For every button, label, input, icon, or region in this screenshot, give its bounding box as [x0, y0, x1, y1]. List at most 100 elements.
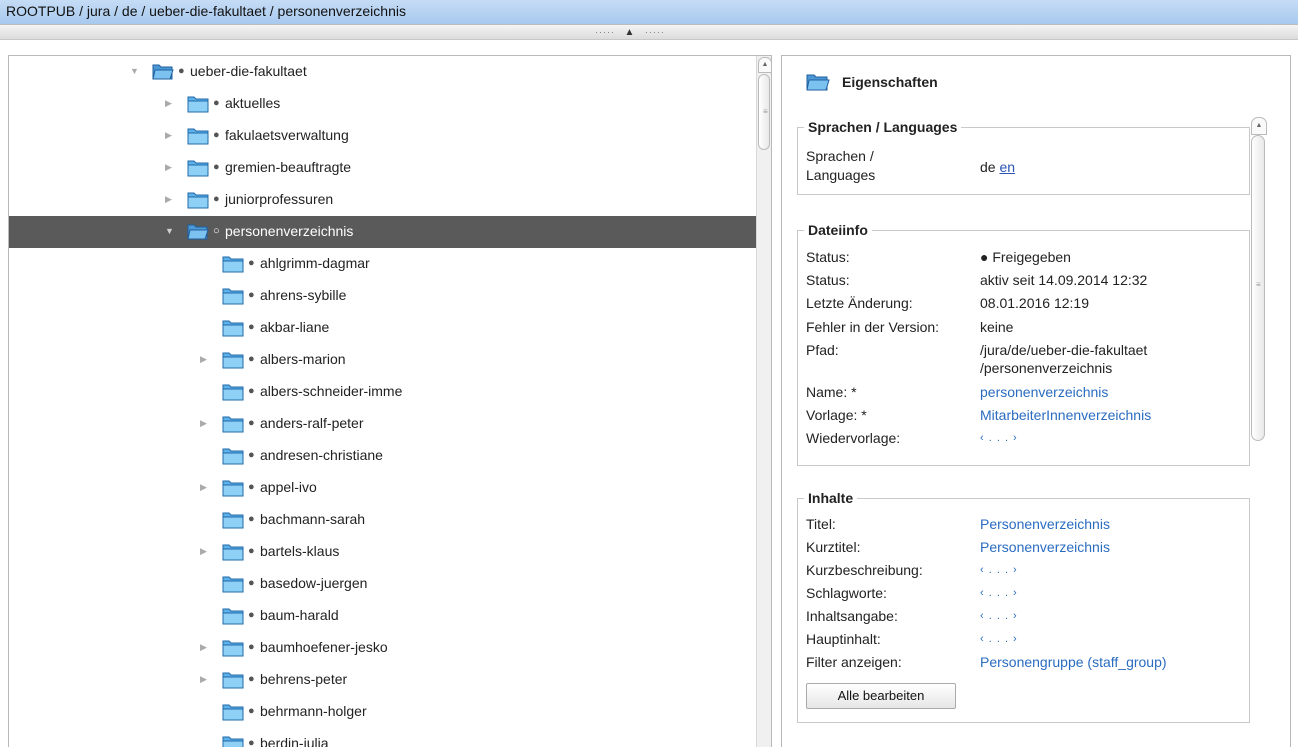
tree-scrollbar[interactable]: ▲ ≡ [756, 56, 771, 747]
expand-arrow-icon[interactable]: ▶ [200, 482, 210, 492]
tree-item[interactable]: ▶ ● behrens-peter [9, 664, 757, 696]
scroll-up-icon[interactable]: ▲ [1251, 117, 1267, 135]
tree-item[interactable]: ● albers-schneider-imme [9, 376, 757, 408]
inhalte-value[interactable]: ‹ . . . › [980, 587, 1018, 599]
tree-item-label[interactable]: ahlgrimm-dagmar [260, 255, 370, 271]
tree-item-label[interactable]: albers-schneider-imme [260, 383, 402, 399]
tree-item-label[interactable]: fakulaetsverwaltung [225, 127, 349, 143]
tree-item[interactable]: ▶ ● aktuelles [9, 88, 757, 120]
tree-item[interactable]: ▶ ● baumhoefener-jesko [9, 632, 757, 664]
panel-splitter[interactable]: ····· ▲ ····· [0, 24, 1298, 40]
tree-item[interactable]: ▶ ● bartels-klaus [9, 536, 757, 568]
last-changed-label: Letzte Änderung: [806, 295, 913, 311]
tree-item-label[interactable]: juniorprofessuren [225, 191, 333, 207]
inhalte-value[interactable]: Personenverzeichnis [980, 539, 1110, 555]
dateiinfo-section: Dateiinfo Status: ● Freigegeben Status: … [797, 222, 1250, 466]
last-changed-value: 08.01.2016 12:19 [980, 295, 1089, 311]
tree-item[interactable]: ● ahrens-sybille [9, 280, 757, 312]
properties-scroll-thumb[interactable]: ≡ [1251, 135, 1265, 441]
tree-item[interactable]: ● ahlgrimm-dagmar [9, 248, 757, 280]
tree-item[interactable]: ▶ ● appel-ivo [9, 472, 757, 504]
tree-item-label[interactable]: bachmann-sarah [260, 511, 365, 527]
tree-item[interactable]: ▶ ● fakulaetsverwaltung [9, 120, 757, 152]
expand-arrow-icon[interactable]: ▶ [165, 194, 175, 204]
expand-arrow-icon[interactable]: ▶ [200, 642, 210, 652]
languages-legend: Sprachen / Languages [804, 119, 962, 135]
scroll-up-icon[interactable]: ▲ [758, 57, 771, 73]
status-dot-icon: ● [248, 449, 255, 461]
inhalte-value[interactable]: ‹ . . . › [980, 610, 1018, 622]
tree-item[interactable]: ● akbar-liane [9, 312, 757, 344]
folder-open-icon [187, 223, 209, 241]
tree-item[interactable]: ● basedow-juergen [9, 568, 757, 600]
errors-value: keine [980, 319, 1014, 335]
tree-item-label[interactable]: appel-ivo [260, 479, 317, 495]
tree-item[interactable]: ▶ ● albers-marion [9, 344, 757, 376]
tree-scroll-thumb[interactable]: ≡ [758, 74, 770, 150]
tree-item-label[interactable]: baumhoefener-jesko [260, 639, 388, 655]
tree-item-label[interactable]: behrens-peter [260, 671, 347, 687]
expand-arrow-icon[interactable]: ▶ [200, 546, 210, 556]
tree-item-label[interactable]: gremien-beauftragte [225, 159, 351, 175]
inhalte-label: Hauptinhalt: [806, 631, 881, 647]
tree-item-label[interactable]: bartels-klaus [260, 543, 339, 559]
tree-item-label[interactable]: basedow-juergen [260, 575, 367, 591]
tree-item-label[interactable]: ahrens-sybille [260, 287, 346, 303]
status-value: ● Freigegeben [980, 249, 1071, 265]
tree-item-label[interactable]: behrmann-holger [260, 703, 367, 719]
tree-item-label[interactable]: albers-marion [260, 351, 346, 367]
folder-icon [222, 383, 244, 401]
folder-icon [222, 543, 244, 561]
languages-section: Sprachen / Languages Sprachen / Language… [797, 119, 1250, 195]
inhalte-value[interactable]: Personenverzeichnis [980, 516, 1110, 532]
collapse-arrow-icon[interactable]: ▼ [165, 226, 175, 236]
name-value[interactable]: personenverzeichnis [980, 384, 1108, 400]
tree-item[interactable]: ▶ ● gremien-beauftragte [9, 152, 757, 184]
expand-arrow-icon[interactable]: ▶ [200, 354, 210, 364]
tree-item-label[interactable]: andresen-christiane [260, 447, 383, 463]
path-value-2: /personenverzeichnis [980, 360, 1113, 376]
expand-arrow-icon[interactable]: ▶ [165, 98, 175, 108]
inhalte-value[interactable]: ‹ . . . › [980, 633, 1018, 645]
tree-item[interactable]: ● bachmann-sarah [9, 504, 757, 536]
tree-item-label[interactable]: baum-harald [260, 607, 339, 623]
splitter-grip[interactable]: ····· ▲ ····· [595, 27, 665, 38]
tree-item-label[interactable]: personenverzeichnis [225, 223, 353, 239]
tree-item[interactable]: ▼ ● ueber-die-fakultaet [9, 56, 757, 88]
language-link-en[interactable]: en [999, 159, 1015, 175]
expand-arrow-icon[interactable]: ▶ [165, 130, 175, 140]
tree-item[interactable]: ● berdin-julia [9, 728, 757, 747]
status-dot-icon: ● [248, 609, 255, 621]
folder-icon [222, 255, 244, 273]
tree-item[interactable]: ▼ ○ personenverzeichnis [9, 216, 757, 248]
tree-item[interactable]: ▶ ● juniorprofessuren [9, 184, 757, 216]
expand-arrow-icon[interactable]: ▶ [200, 418, 210, 428]
inhalte-value[interactable]: ‹ . . . › [980, 564, 1018, 576]
folder-open-icon [152, 63, 174, 81]
inhalte-legend: Inhalte [804, 490, 858, 506]
resubmit-value[interactable]: ‹ . . . › [980, 432, 1018, 444]
path-value-1: /jura/de/ueber-die-fakultaet [980, 342, 1148, 358]
tree-item-label[interactable]: anders-ralf-peter [260, 415, 364, 431]
tree-item[interactable]: ▶ ● anders-ralf-peter [9, 408, 757, 440]
status-dot-icon: ● [248, 577, 255, 589]
collapse-arrow-icon[interactable]: ▼ [130, 66, 140, 76]
expand-arrow-icon[interactable]: ▶ [200, 674, 210, 684]
tree-item-label[interactable]: berdin-julia [260, 735, 328, 747]
tree-item-label[interactable]: ueber-die-fakultaet [190, 63, 307, 79]
status-dot-icon: ● [248, 705, 255, 717]
edit-all-button[interactable]: Alle bearbeiten [806, 683, 956, 709]
inhalte-value[interactable]: Personengruppe (staff_group) [980, 654, 1167, 670]
expand-arrow-icon[interactable]: ▶ [165, 162, 175, 172]
properties-scrollbar[interactable]: ▲ ≡ [1251, 117, 1267, 747]
tree-item-label[interactable]: akbar-liane [260, 319, 329, 335]
tree-item[interactable]: ● baum-harald [9, 600, 757, 632]
tree-item[interactable]: ● behrmann-holger [9, 696, 757, 728]
folder-icon [187, 127, 209, 145]
collapse-up-icon[interactable]: ▲ [625, 27, 636, 38]
tree-item[interactable]: ● andresen-christiane [9, 440, 757, 472]
folder-icon [222, 703, 244, 721]
tree-item-label[interactable]: aktuelles [225, 95, 280, 111]
path-label: Pfad: [806, 342, 839, 358]
template-value[interactable]: MitarbeiterInnenverzeichnis [980, 407, 1151, 423]
